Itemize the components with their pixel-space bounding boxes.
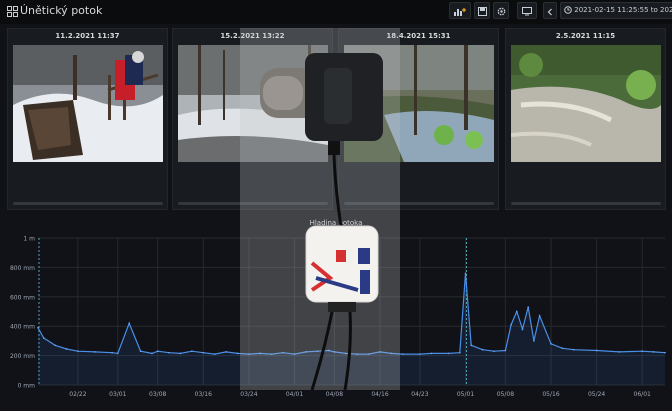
x-tick-label: 03/01 <box>109 391 126 398</box>
data-point <box>77 350 79 352</box>
y-tick-label: 800 mm <box>10 265 35 272</box>
add-panel-button[interactable] <box>449 2 471 19</box>
photo-panel-1[interactable]: 11.2.2021 11:37 <box>7 28 168 210</box>
data-point <box>139 350 142 352</box>
data-point <box>641 350 643 352</box>
panel-scrollbar[interactable] <box>511 202 661 205</box>
data-point <box>151 352 153 355</box>
data-point <box>510 323 512 326</box>
sensor-device-image <box>240 28 400 391</box>
clock-icon <box>564 6 572 14</box>
time-range-picker[interactable]: 2021-02-15 11:25:55 to 2021-0 <box>560 2 672 19</box>
y-tick-label: 0 mm <box>18 383 36 390</box>
data-point <box>191 350 193 352</box>
tv-mode-button[interactable] <box>517 2 537 19</box>
data-point <box>213 353 216 355</box>
add-panel-icon <box>454 7 466 16</box>
data-point <box>481 348 484 351</box>
data-point <box>236 352 239 355</box>
save-icon <box>477 7 487 16</box>
time-range-label: 2021-02-15 11:25:55 to 2021-0 <box>574 6 672 14</box>
data-point <box>595 349 598 352</box>
dashboard-grid-icon[interactable] <box>7 6 18 17</box>
save-dashboard-button[interactable] <box>474 2 490 19</box>
data-point <box>128 322 130 325</box>
data-point <box>117 352 119 355</box>
x-tick-label: 03/16 <box>195 391 212 398</box>
chevron-left-icon <box>547 8 552 15</box>
x-tick-label: 04/08 <box>326 391 343 398</box>
gear-icon <box>497 7 505 16</box>
top-bar: Únětický potok 2021-02-15 11:25:55 to 20… <box>0 0 672 24</box>
x-tick-label: 05/16 <box>542 391 559 398</box>
y-tick-label: 600 mm <box>10 294 35 301</box>
x-tick-label: 03/08 <box>149 391 166 398</box>
x-tick-label: 05/24 <box>588 391 605 398</box>
data-point <box>664 351 666 354</box>
x-tick-label: 05/08 <box>497 391 514 398</box>
stream-photo <box>13 45 163 162</box>
data-point <box>538 315 541 317</box>
data-point <box>459 351 461 354</box>
stream-photo <box>511 45 661 162</box>
monitor-icon <box>522 7 532 16</box>
data-point <box>402 353 404 355</box>
data-point <box>94 351 96 353</box>
snowy-bank-image <box>13 45 163 162</box>
data-point <box>430 352 433 355</box>
data-point <box>225 351 227 353</box>
data-point <box>156 350 159 352</box>
sensor-device-illustration <box>240 28 400 391</box>
data-point <box>504 349 507 352</box>
time-back-button[interactable] <box>543 2 557 19</box>
data-point <box>561 347 564 350</box>
x-tick-label: 03/24 <box>240 391 257 398</box>
x-tick-label: 04/23 <box>411 391 428 398</box>
data-point <box>652 351 655 353</box>
data-point <box>527 306 529 308</box>
data-point <box>550 343 552 345</box>
data-point <box>37 326 39 329</box>
data-point <box>54 344 56 347</box>
data-point <box>65 348 68 350</box>
data-point <box>111 351 113 354</box>
settings-button[interactable] <box>493 2 509 19</box>
data-point <box>493 350 495 352</box>
data-point <box>464 272 467 275</box>
x-tick-label: 02/22 <box>69 391 86 398</box>
data-point <box>516 310 518 313</box>
x-tick-label: 05/01 <box>457 391 474 398</box>
dashboard-title[interactable]: Únětický potok <box>20 4 102 17</box>
data-point <box>179 352 182 355</box>
y-tick-label: 400 mm <box>10 324 35 331</box>
panel-scrollbar[interactable] <box>13 202 163 205</box>
data-point <box>42 337 45 339</box>
panel-title: 11.2.2021 11:37 <box>55 32 120 40</box>
panel-title: 2.5.2021 11:15 <box>555 32 616 40</box>
data-point <box>168 351 170 354</box>
data-point <box>419 353 421 355</box>
x-tick-label: 04/16 <box>371 391 388 398</box>
data-point <box>573 348 575 351</box>
flowing-stream-image <box>511 45 661 162</box>
photo-panel-4[interactable]: 2.5.2021 11:15 <box>505 28 666 210</box>
data-point <box>521 328 524 330</box>
data-point <box>533 340 535 342</box>
data-point <box>618 351 621 353</box>
data-point <box>202 351 205 354</box>
data-point <box>470 344 473 347</box>
x-tick-label: 04/01 <box>286 391 303 398</box>
data-point <box>447 352 450 355</box>
y-tick-label: 200 mm <box>10 353 35 360</box>
x-tick-label: 06/01 <box>634 391 651 398</box>
y-tick-label: 1 m <box>23 236 35 243</box>
